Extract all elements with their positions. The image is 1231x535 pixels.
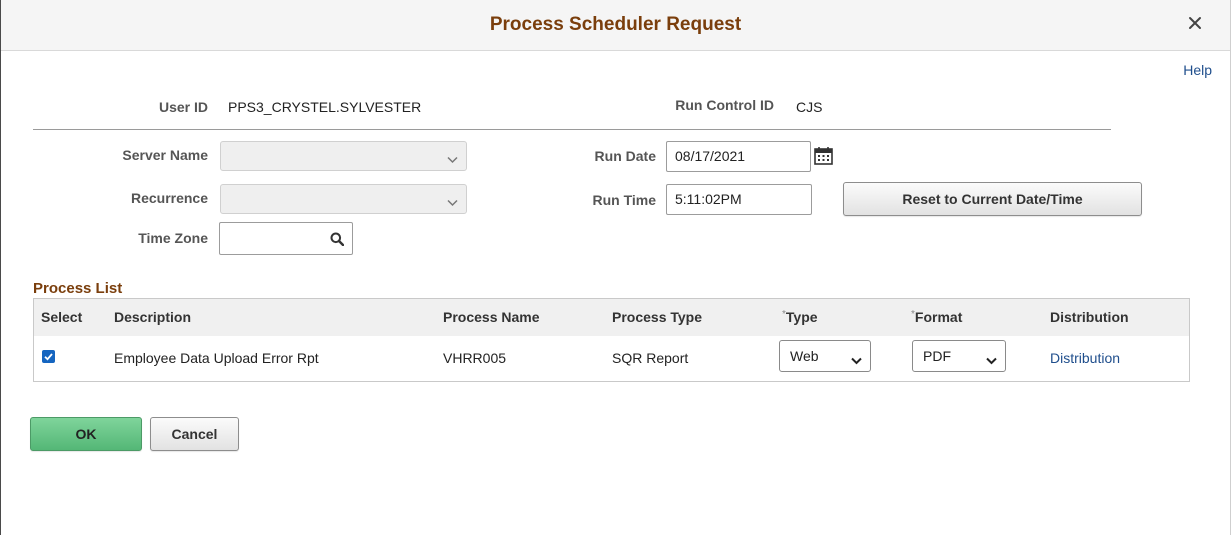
column-header-format-label: Format [914,309,963,325]
divider [33,129,1111,130]
chevron-down-icon [447,151,458,167]
cancel-button[interactable]: Cancel [150,417,239,451]
format-select-value: PDF [923,348,951,364]
user-id-label: User ID [158,99,208,115]
column-header-select: Select [41,309,83,325]
column-header-process-type: Process Type [612,309,703,325]
type-select-value: Web [790,348,819,364]
checkbox-checked-icon [44,353,53,361]
type-select[interactable]: Web [779,340,871,372]
run-date-label: Run Date [594,148,656,164]
help-link[interactable]: Help [1183,62,1212,78]
process-scheduler-dialog: Process Scheduler Request Help User ID P… [0,0,1231,535]
row-process-name: VHRR005 [443,350,507,366]
reset-date-time-button[interactable]: Reset to Current Date/Time [843,182,1142,216]
time-zone-label: Time Zone [138,230,208,246]
chevron-down-icon [447,194,458,210]
calendar-icon[interactable] [814,146,833,168]
grid-header: Select Description Process Name Process … [34,299,1189,336]
column-header-process-name: Process Name [443,309,540,325]
recurrence-label: Recurrence [130,190,208,206]
row-process-type: SQR Report [612,350,689,366]
chevron-down-icon [851,352,862,368]
run-control-id-value: CJS [796,99,823,115]
column-header-type-label: Type [785,309,818,325]
ok-button[interactable]: OK [30,417,142,451]
close-icon[interactable] [1188,16,1204,32]
user-id-value: PPS3_CRYSTEL.SYLVESTER [228,99,422,115]
dialog-title: Process Scheduler Request [489,14,742,35]
search-icon[interactable] [330,232,345,249]
run-control-id-label: Run Control ID [675,97,774,113]
server-name-label: Server Name [122,147,208,163]
dialog-titlebar: Process Scheduler Request [1,0,1230,51]
column-header-type: *Type [782,309,818,325]
distribution-link[interactable]: Distribution [1050,350,1120,366]
process-list-title: Process List [33,280,123,297]
select-checkbox[interactable] [42,350,55,363]
run-date-input[interactable]: 08/17/2021 [666,141,811,172]
run-time-label: Run Time [592,192,656,208]
column-header-description: Description [114,309,192,325]
chevron-down-icon [986,352,997,368]
process-list-grid: Select Description Process Name Process … [33,298,1190,382]
row-description: Employee Data Upload Error Rpt [114,350,319,366]
column-header-distribution: Distribution [1050,309,1129,325]
run-time-input[interactable]: 5:11:02PM [666,184,812,215]
column-header-format: *Format [911,309,962,325]
server-name-select[interactable] [220,141,467,171]
recurrence-select[interactable] [220,184,467,214]
format-select[interactable]: PDF [912,340,1006,372]
